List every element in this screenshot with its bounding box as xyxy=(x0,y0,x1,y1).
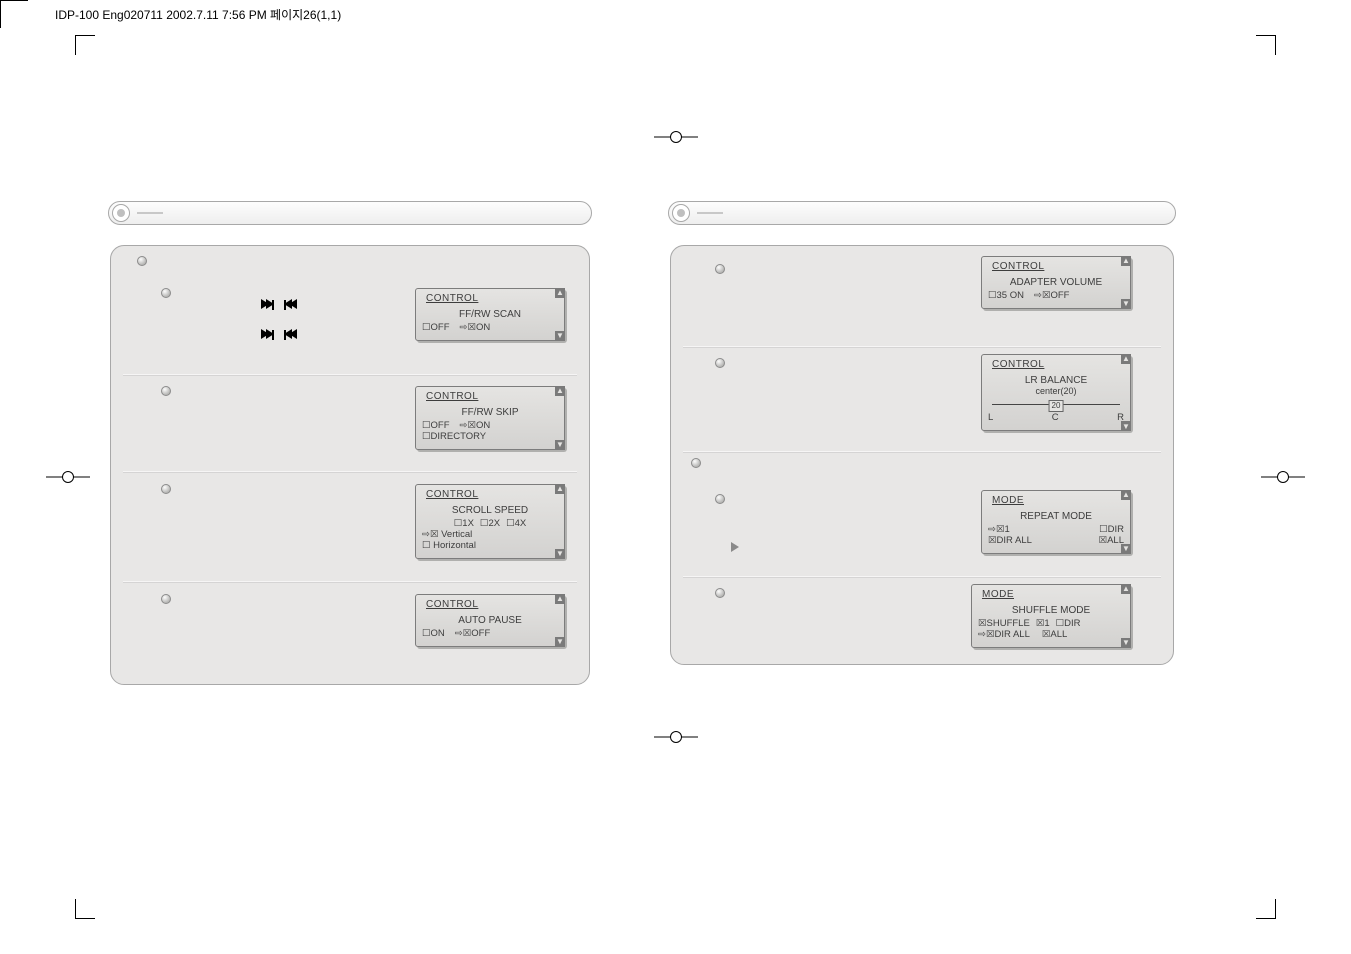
down-arrow-icon: ▼ xyxy=(1121,299,1131,309)
lcd-tab: CONTROL xyxy=(426,293,478,305)
down-arrow-icon: ▼ xyxy=(1121,421,1131,431)
lcd-option: ☐OFF xyxy=(422,323,450,334)
lcd-option: ☐DIRECTORY xyxy=(422,432,486,443)
up-arrow-icon: ▲ xyxy=(1121,256,1131,266)
lcd-title: AUTO PAUSE xyxy=(422,615,558,627)
bullet-icon xyxy=(715,264,725,274)
separator xyxy=(683,576,1161,577)
lcd-tab: MODE xyxy=(982,589,1014,601)
document-header: IDP-100 Eng020711 2002.7.11 7:56 PM 페이지2… xyxy=(55,6,341,23)
lcd-adapter-volume: ▲ ▼ CONTROL ADAPTER VOLUME ☐35 ON ⇨☒OFF xyxy=(981,256,1131,309)
lcd-option: ☒DIR ALL xyxy=(988,536,1032,547)
lcd-tab: CONTROL xyxy=(992,261,1044,273)
lcd-option: ☐2X xyxy=(480,519,500,530)
lcd-option: ☐4X xyxy=(506,519,526,530)
lcd-option: ☐35 ON xyxy=(988,291,1024,302)
registration-mark xyxy=(654,730,698,744)
header-pill-right xyxy=(668,197,1176,229)
lcd-tab: CONTROL xyxy=(992,359,1044,371)
balance-value: 20 xyxy=(1049,400,1064,411)
down-arrow-icon: ▼ xyxy=(555,331,565,341)
separator xyxy=(123,471,577,472)
separator xyxy=(123,374,577,375)
up-arrow-icon: ▲ xyxy=(555,484,565,494)
up-arrow-icon: ▲ xyxy=(1121,354,1131,364)
bullet-icon xyxy=(715,588,725,598)
lcd-auto-pause: ▲ ▼ CONTROL AUTO PAUSE ☐ON ⇨☒OFF xyxy=(415,594,565,647)
up-arrow-icon: ▲ xyxy=(555,386,565,396)
left-panel: ▲ ▼ CONTROL FF/RW SCAN ☐OFF ⇨☒ON ▲ ▼ CON… xyxy=(110,245,590,685)
registration-mark xyxy=(46,470,90,484)
separator xyxy=(683,346,1161,347)
lcd-option: ⇨☒OFF xyxy=(455,629,490,640)
lcd-option: ⇨☒ON xyxy=(460,323,491,334)
bullet-icon xyxy=(161,484,171,494)
play-icon xyxy=(731,542,739,552)
lcd-title: SHUFFLE MODE xyxy=(978,605,1124,617)
up-arrow-icon: ▲ xyxy=(555,594,565,604)
lcd-tab: MODE xyxy=(992,495,1024,507)
lcd-ffrw-skip: ▲ ▼ CONTROL FF/RW SKIP ☐OFF ⇨☒ON ☐DIRECT… xyxy=(415,386,565,450)
registration-mark xyxy=(1261,470,1305,484)
next-track-icon xyxy=(261,296,297,314)
up-arrow-icon: ▲ xyxy=(555,288,565,298)
bullet-icon xyxy=(715,494,725,504)
bullet-icon xyxy=(715,358,725,368)
guide-bracket xyxy=(1256,899,1276,919)
header-pill-left xyxy=(108,197,592,229)
lcd-shuffle-mode: ▲ ▼ MODE SHUFFLE MODE ☒SHUFFLE ☒1 ☐DIR ⇨… xyxy=(971,584,1131,648)
lcd-option: ☐ Horizontal xyxy=(422,541,476,552)
up-arrow-icon: ▲ xyxy=(1121,584,1131,594)
down-arrow-icon: ▼ xyxy=(555,549,565,559)
lcd-scale-l: L xyxy=(988,413,993,424)
right-panel: ▲ ▼ CONTROL ADAPTER VOLUME ☐35 ON ⇨☒OFF … xyxy=(670,245,1174,665)
lcd-tab: CONTROL xyxy=(426,599,478,611)
bullet-icon xyxy=(691,458,701,468)
registration-mark xyxy=(654,130,698,144)
bullet-icon xyxy=(161,386,171,396)
guide-bracket xyxy=(1256,35,1276,55)
lcd-scroll-speed: ▲ ▼ CONTROL SCROLL SPEED ☐1X ☐2X ☐4X ⇨☒ … xyxy=(415,484,565,559)
lcd-scale-c: C xyxy=(1052,413,1059,424)
guide-bracket xyxy=(75,899,95,919)
crop-mark xyxy=(0,0,28,1)
lcd-tab: CONTROL xyxy=(426,489,478,501)
bullet-icon xyxy=(161,594,171,604)
separator xyxy=(683,451,1161,452)
lcd-lr-balance: ▲ ▼ CONTROL LR BALANCE center(20) 20 L C… xyxy=(981,354,1131,431)
lcd-option: ⇨☒DIR ALL xyxy=(978,630,1030,641)
crop-mark xyxy=(0,0,1,28)
bullet-icon xyxy=(137,256,147,266)
lcd-title: REPEAT MODE xyxy=(988,511,1124,523)
down-arrow-icon: ▼ xyxy=(1121,544,1131,554)
down-arrow-icon: ▼ xyxy=(1121,638,1131,648)
lcd-subtitle: center(20) xyxy=(988,386,1124,396)
lcd-title: LR BALANCE xyxy=(988,375,1124,387)
down-arrow-icon: ▼ xyxy=(555,440,565,450)
lcd-ffrw-scan: ▲ ▼ CONTROL FF/RW SCAN ☐OFF ⇨☒ON xyxy=(415,288,565,341)
guide-bracket xyxy=(75,35,95,55)
down-arrow-icon: ▼ xyxy=(555,637,565,647)
lcd-title: FF/RW SKIP xyxy=(422,407,558,419)
lcd-repeat-mode: ▲ ▼ MODE REPEAT MODE ⇨☒1 ☐DIR ☒DIR ALL ☒… xyxy=(981,490,1131,554)
prev-track-icon xyxy=(261,326,297,344)
up-arrow-icon: ▲ xyxy=(1121,490,1131,500)
lcd-option: ☐ON xyxy=(422,629,445,640)
lcd-title: SCROLL SPEED xyxy=(422,505,558,517)
lcd-option: ⇨☒OFF xyxy=(1034,291,1069,302)
lcd-title: ADAPTER VOLUME xyxy=(988,277,1124,289)
lcd-tab: CONTROL xyxy=(426,391,478,403)
bullet-icon xyxy=(161,288,171,298)
lcd-option: ☒ALL xyxy=(1042,630,1067,641)
separator xyxy=(123,581,577,582)
lcd-title: FF/RW SCAN xyxy=(422,309,558,321)
